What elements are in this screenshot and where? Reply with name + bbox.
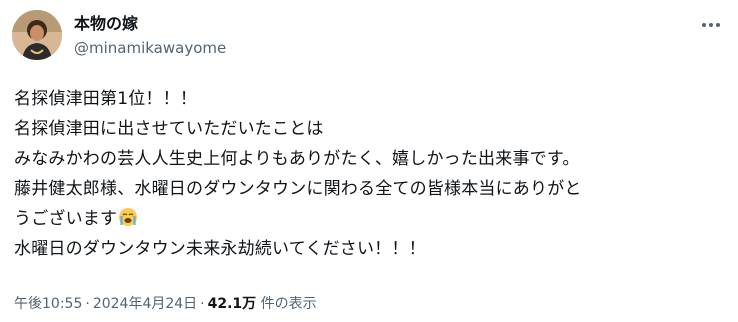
more-options-button[interactable] bbox=[698, 12, 724, 38]
post-line: みなみかわの芸人人生史上何よりもありがたく、嬉しかった出来事です。 bbox=[14, 149, 580, 169]
author-avatar[interactable] bbox=[12, 10, 62, 60]
loudly-crying-face-icon bbox=[119, 208, 138, 226]
more-horizontal-icon-dot bbox=[709, 23, 713, 27]
views-label: 件の表示 bbox=[256, 296, 317, 312]
post-time[interactable]: 午後10:55 bbox=[14, 296, 82, 312]
post-text: 名探偵津田第1位！！！ 名探偵津田に出させていただいたことは みなみかわの芸人人… bbox=[14, 84, 726, 264]
post-line: 藤井健太郎様、水曜日のダウンタウンに関わる全ての皆様本当にありがと bbox=[14, 179, 582, 199]
avatar-photo-icon bbox=[12, 10, 62, 60]
post-line: 名探偵津田に出させていただいたことは bbox=[14, 119, 324, 139]
author-display-name[interactable]: 本物の嫁 bbox=[74, 14, 138, 34]
meta-separator: · bbox=[200, 296, 205, 312]
post-line: 名探偵津田第1位！！！ bbox=[14, 89, 198, 109]
post-line-with-emoji: うございます bbox=[14, 204, 726, 234]
author-handle[interactable]: @minamikawayome bbox=[74, 38, 226, 58]
views-count[interactable]: 42.1万 bbox=[208, 296, 257, 312]
tweet-card: 本物の嫁 @minamikawayome 名探偵津田第1位！！！ 名探偵津田に出… bbox=[0, 0, 738, 322]
post-metadata: 午後10:55 · 2024年4月24日 · 42.1万 件の表示 bbox=[14, 294, 317, 314]
meta-separator: · bbox=[85, 296, 90, 312]
post-line: 水曜日のダウンタウン未来永劫続いてください！！！ bbox=[14, 239, 426, 259]
more-horizontal-icon-dot bbox=[716, 23, 720, 27]
post-line-text: うございます bbox=[14, 209, 118, 229]
more-horizontal-icon bbox=[702, 23, 706, 27]
post-date[interactable]: 2024年4月24日 bbox=[93, 296, 197, 312]
